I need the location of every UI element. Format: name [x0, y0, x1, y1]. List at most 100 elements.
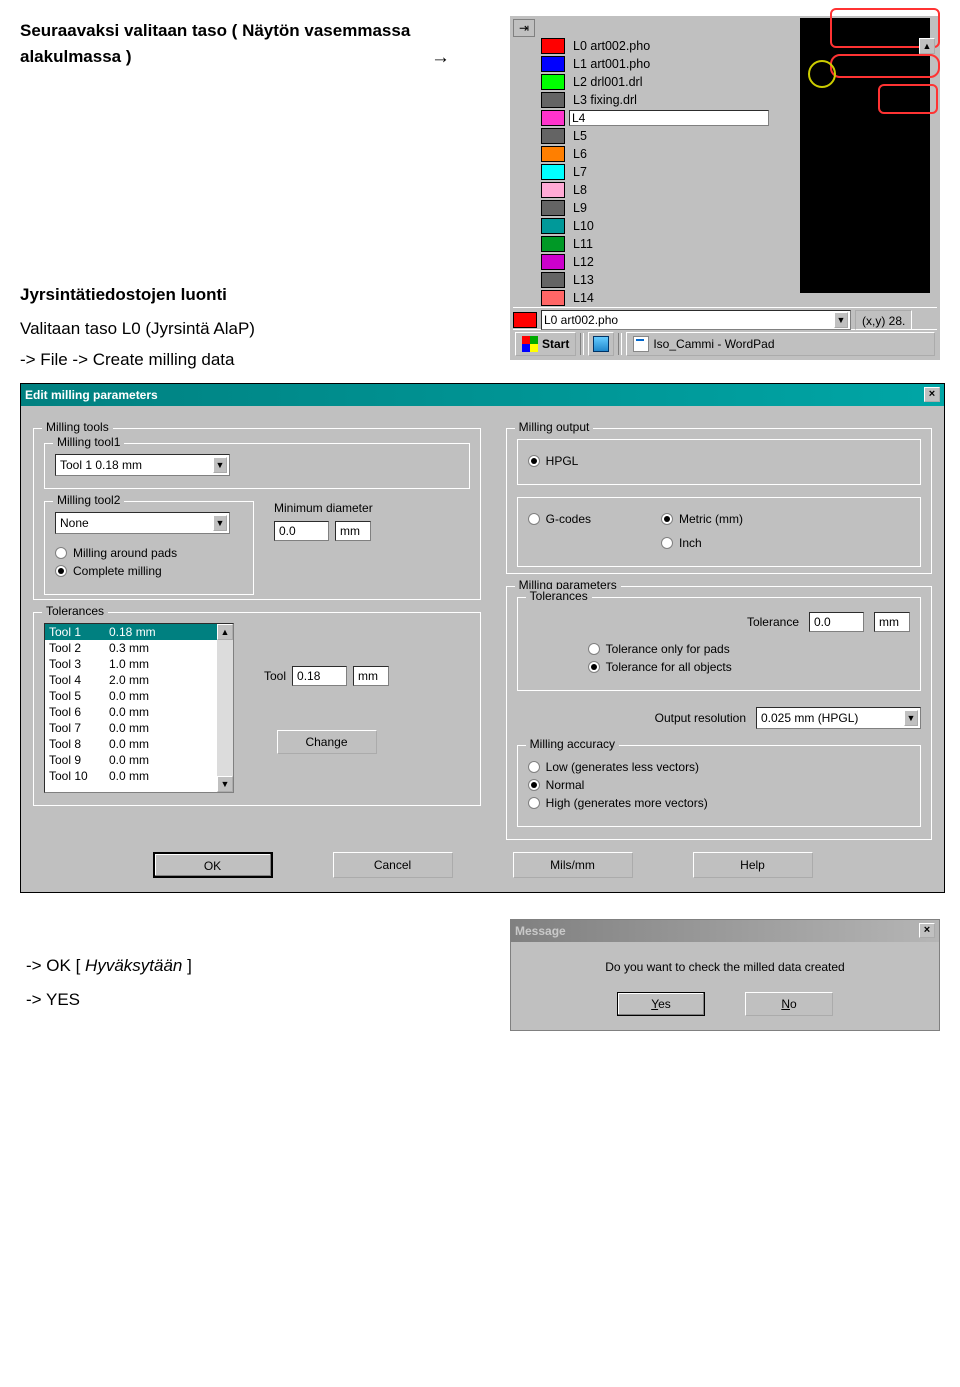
layer-color-swatch[interactable]	[541, 110, 565, 126]
layer-name-input[interactable]: L4	[569, 110, 769, 126]
min-diameter-input[interactable]: 0.0	[274, 521, 329, 541]
layer-row[interactable]: L14	[513, 289, 937, 307]
close-icon[interactable]: ×	[919, 923, 935, 938]
close-icon[interactable]: ×	[924, 387, 940, 402]
taskbar-quicklaunch-item[interactable]	[588, 332, 614, 356]
radio-metric[interactable]: Metric (mm)	[661, 512, 743, 526]
label-inch: Inch	[679, 536, 702, 550]
layer-color-swatch[interactable]	[541, 182, 565, 198]
radio-tol-all[interactable]: Tolerance for all objects	[528, 660, 910, 674]
layer-label: L13	[569, 273, 594, 287]
dialog-footer: OK Cancel Mils/mm Help	[21, 852, 944, 892]
radio-hpgl[interactable]: HPGL	[528, 454, 910, 468]
radio-complete-milling[interactable]: Complete milling	[55, 564, 243, 578]
layer-indicator-icon	[513, 109, 537, 127]
layer-color-swatch[interactable]	[541, 38, 565, 54]
radio-acc-normal[interactable]: Normal	[528, 778, 910, 792]
list-item[interactable]: Tool 50.0 mm	[45, 688, 233, 704]
list-item[interactable]: Tool 60.0 mm	[45, 704, 233, 720]
top-row: Seuraavaksi valitaan taso ( Näytön vasem…	[20, 16, 940, 373]
layer-scheme-icon[interactable]: ⇥	[513, 19, 535, 37]
radio-acc-high[interactable]: High (generates more vectors)	[528, 796, 910, 810]
layer-row[interactable]: L12	[513, 253, 937, 271]
scroll-up-icon[interactable]: ▲	[919, 38, 935, 54]
chevron-down-icon[interactable]: ▼	[213, 457, 227, 473]
radio-inch[interactable]: Inch	[661, 536, 743, 550]
layer-row[interactable]: L1 art001.pho	[513, 55, 937, 73]
message-titlebar[interactable]: Message ×	[511, 920, 939, 942]
layer-row[interactable]: L10	[513, 217, 937, 235]
dialog-titlebar[interactable]: Edit milling parameters ×	[21, 384, 944, 406]
layer-color-swatch[interactable]	[541, 164, 565, 180]
radio-milling-around-pads[interactable]: Milling around pads	[55, 546, 243, 560]
layer-color-swatch[interactable]	[541, 56, 565, 72]
legend-inner-tol: Tolerances	[526, 589, 592, 603]
layer-row[interactable]: L13	[513, 271, 937, 289]
output-resolution-combo[interactable]: 0.025 mm (HPGL) ▼	[756, 707, 921, 729]
scroll-up-icon[interactable]: ▲	[217, 624, 233, 640]
chevron-down-icon[interactable]: ▼	[904, 710, 918, 726]
list-item[interactable]: Tool 31.0 mm	[45, 656, 233, 672]
listbox-scrollbar[interactable]: ▲ ▼	[217, 624, 233, 792]
layer-label: L14	[569, 291, 594, 305]
layer-color-swatch[interactable]	[541, 146, 565, 162]
ok-line: -> OK [ Hyväksytään ]	[26, 956, 192, 975]
layer-row[interactable]: L0 art002.pho▲	[513, 37, 937, 55]
chevron-down-icon[interactable]: ▼	[213, 515, 227, 531]
ok-button[interactable]: OK	[153, 852, 273, 878]
layer-row[interactable]: L7	[513, 163, 937, 181]
layer-color-swatch[interactable]	[541, 74, 565, 90]
taskbar-app-button[interactable]: Iso_Cammi - WordPad	[626, 332, 935, 356]
list-item[interactable]: Tool 42.0 mm	[45, 672, 233, 688]
start-label: Start	[542, 337, 569, 351]
list-item[interactable]: Tool 10.18 mm	[45, 624, 233, 640]
layer-row[interactable]: L8	[513, 181, 937, 199]
change-button[interactable]: Change	[277, 730, 377, 754]
tolerance-input[interactable]: 0.0	[809, 612, 864, 632]
layer-color-swatch[interactable]	[541, 236, 565, 252]
scroll-down-icon[interactable]: ▼	[217, 776, 233, 792]
mils-mm-button[interactable]: Mils/mm	[513, 852, 633, 878]
layer-color-swatch[interactable]	[541, 290, 565, 306]
layer-color-swatch[interactable]	[541, 254, 565, 270]
tool1-combo[interactable]: Tool 1 0.18 mm ▼	[55, 454, 230, 476]
list-item[interactable]: Tool 90.0 mm	[45, 752, 233, 768]
layer-color-swatch[interactable]	[541, 272, 565, 288]
layer-row[interactable]: L2 drl001.drl	[513, 73, 937, 91]
layer-row[interactable]: L11	[513, 235, 937, 253]
no-button[interactable]: No	[745, 992, 833, 1016]
instr-line1b: alakulmassa )	[20, 44, 132, 73]
layer-row[interactable]: L4	[513, 109, 937, 127]
list-item[interactable]: Tool 80.0 mm	[45, 736, 233, 752]
layer-color-swatch[interactable]	[541, 200, 565, 216]
tool-value-input[interactable]: 0.18	[292, 666, 347, 686]
layer-row[interactable]: L3 fixing.drl	[513, 91, 937, 109]
layer-indicator-icon	[513, 181, 537, 199]
layer-row[interactable]: L9	[513, 199, 937, 217]
layer-row[interactable]: L6	[513, 145, 937, 163]
layer-indicator-icon	[513, 235, 537, 253]
help-button[interactable]: Help	[693, 852, 813, 878]
cancel-button[interactable]: Cancel	[333, 852, 453, 878]
current-layer-combo[interactable]: L0 art002.pho ▼	[541, 310, 851, 330]
radio-acc-low[interactable]: Low (generates less vectors)	[528, 760, 910, 774]
list-item[interactable]: Tool 70.0 mm	[45, 720, 233, 736]
layer-row[interactable]: L5	[513, 127, 937, 145]
tool-listbox[interactable]: Tool 10.18 mmTool 20.3 mmTool 31.0 mmToo…	[44, 623, 234, 793]
layer-color-swatch[interactable]	[541, 92, 565, 108]
instr-line3: -> File -> Create milling data	[20, 350, 234, 369]
tool2-combo[interactable]: None ▼	[55, 512, 230, 534]
layer-color-swatch[interactable]	[541, 128, 565, 144]
list-item[interactable]: Tool 20.3 mm	[45, 640, 233, 656]
layer-indicator-icon	[513, 289, 537, 307]
list-item[interactable]: Tool 100.0 mm	[45, 768, 233, 784]
radio-gcodes[interactable]: G-codes	[528, 512, 591, 526]
start-button[interactable]: Start	[515, 332, 576, 356]
radio-tol-pads[interactable]: Tolerance only for pads	[528, 642, 910, 656]
layer-color-swatch[interactable]	[541, 218, 565, 234]
yes-button[interactable]: Yes	[617, 992, 705, 1016]
group-tool1: Milling tool1 Tool 1 0.18 mm ▼	[44, 443, 470, 489]
radio-icon	[528, 761, 540, 773]
legend-accuracy: Milling accuracy	[526, 737, 619, 751]
chevron-down-icon[interactable]: ▼	[834, 312, 848, 328]
